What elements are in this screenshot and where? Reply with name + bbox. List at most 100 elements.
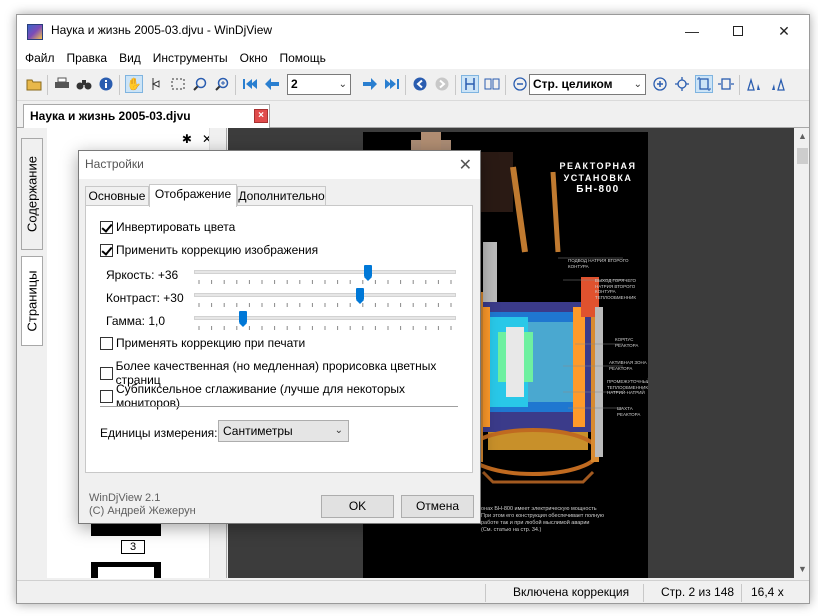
prev-page-button[interactable] — [263, 75, 281, 93]
minimize-button[interactable]: — — [669, 15, 715, 47]
caption-line: (См. статью на стр. 34.) — [481, 527, 542, 533]
maximize-button[interactable] — [715, 15, 761, 47]
slider-thumb[interactable] — [356, 288, 365, 304]
checkbox-unchecked[interactable] — [100, 366, 113, 380]
arrow-left-icon — [265, 78, 279, 90]
selection-rectangle-icon — [171, 78, 185, 90]
maximize-icon — [733, 26, 743, 36]
zoom-tool-button[interactable] — [191, 75, 209, 93]
close-icon: ✕ — [778, 22, 790, 39]
menu-edit[interactable]: Правка — [61, 47, 114, 69]
checkbox-checked[interactable] — [100, 243, 113, 257]
document-scrollbar[interactable]: ▲ ▼ — [794, 128, 809, 578]
zoom-out-button[interactable] — [511, 75, 529, 93]
contrast-slider[interactable] — [194, 288, 456, 304]
document-tab[interactable]: Наука и жизнь 2005-03.djvu × — [23, 104, 270, 128]
magnify-lens-button[interactable] — [213, 75, 231, 93]
caption-line: При этом его конструкция обеспечивает по… — [481, 513, 604, 519]
rect-select-button[interactable] — [169, 75, 187, 93]
scroll-down-icon[interactable]: ▼ — [794, 561, 809, 578]
fit-page-button[interactable] — [695, 75, 713, 93]
page-number-value: 2 — [291, 77, 298, 91]
slider-ticks — [198, 326, 452, 330]
cancel-button[interactable]: Отмена — [401, 495, 474, 518]
hand-icon: ✋ — [126, 77, 142, 91]
units-value: Сантиметры — [223, 424, 293, 438]
print-correction-checkbox[interactable]: Применять коррекцию при печати — [100, 336, 305, 350]
gamma-slider[interactable] — [194, 311, 456, 327]
diagram-label: ВЫХОД ГОРЯЧЕГО НАТРИЯ ВТОРОГО КОНТУРА ТЕ… — [595, 278, 637, 300]
text-select-button[interactable] — [147, 75, 165, 93]
slider-thumb[interactable] — [239, 311, 247, 327]
dialog-title: Настройки — [85, 157, 144, 171]
last-page-button[interactable] — [383, 75, 401, 93]
zoom-in-button[interactable] — [651, 75, 669, 93]
checkbox-unchecked[interactable] — [100, 336, 113, 350]
page-caption: онах БН-800 имеет электрическую мощность… — [481, 506, 641, 534]
rotate-right-button[interactable] — [769, 75, 787, 93]
apply-correction-checkbox[interactable]: Применить коррекцию изображения — [100, 243, 318, 257]
menu-help[interactable]: Помощь — [274, 47, 332, 69]
page-number-combo[interactable]: 2 ⌄ — [287, 74, 351, 95]
page-heading-line: УСТАНОВКА — [563, 173, 633, 183]
facing-layout-button[interactable] — [483, 75, 501, 93]
sidebar-tabs: Содержание Страницы — [17, 128, 47, 578]
forward-button[interactable] — [433, 75, 451, 93]
scroll-up-icon[interactable]: ▲ — [794, 128, 809, 145]
diagram-label: ШАХТА РЕАКТОРА — [617, 406, 641, 417]
menu-bar: Файл Правка Вид Инструменты Окно Помощь — [17, 47, 809, 69]
printer-icon — [55, 77, 69, 88]
zoom-in-icon — [653, 77, 667, 91]
ok-button[interactable]: OK — [321, 495, 394, 518]
close-icon: × — [258, 110, 264, 121]
hand-tool-button[interactable]: ✋ — [125, 75, 143, 93]
rotate-left-button[interactable] — [745, 75, 763, 93]
menu-tools[interactable]: Инструменты — [147, 47, 234, 69]
invert-colors-checkbox[interactable]: Инвертировать цвета — [100, 220, 235, 234]
actual-size-icon — [675, 77, 689, 91]
page-thumbnail[interactable] — [91, 562, 161, 579]
tab-close-button[interactable]: × — [254, 109, 268, 123]
menu-window[interactable]: Окно — [234, 47, 274, 69]
page-heading-line: БН-800 — [576, 184, 620, 195]
fit-width-icon — [718, 78, 734, 90]
continuous-layout-icon — [465, 78, 475, 90]
first-page-button[interactable] — [241, 75, 259, 93]
settings-dialog: Настройки ✕ Основные Отображение Дополни… — [78, 150, 481, 524]
back-button[interactable] — [411, 75, 429, 93]
slider-thumb[interactable] — [363, 265, 372, 281]
magnifier-plus-icon — [215, 77, 229, 91]
close-button[interactable]: ✕ — [761, 15, 807, 47]
checkbox-unchecked[interactable] — [100, 389, 113, 403]
next-page-button[interactable] — [361, 75, 379, 93]
tab-general[interactable]: Основные — [85, 186, 149, 206]
find-button[interactable] — [75, 75, 93, 93]
continuous-layout-button[interactable] — [461, 75, 479, 93]
rotate-right-icon — [772, 77, 785, 91]
zoom-combo[interactable]: Стр. целиком ⌄ — [529, 74, 646, 95]
actual-size-button[interactable] — [673, 75, 691, 93]
fit-width-button[interactable] — [717, 75, 735, 93]
settings-gear-icon[interactable]: ✱ — [182, 132, 192, 146]
open-button[interactable] — [25, 75, 43, 93]
tab-contents[interactable]: Содержание — [21, 138, 43, 250]
info-button[interactable] — [97, 75, 115, 93]
info-icon — [99, 77, 113, 91]
brightness-slider[interactable] — [194, 265, 456, 281]
invert-colors-label: Инвертировать цвета — [116, 220, 236, 234]
menu-view[interactable]: Вид — [113, 47, 147, 69]
tab-pages[interactable]: Страницы — [21, 256, 43, 346]
book-layout-icon — [484, 78, 500, 90]
menu-file[interactable]: Файл — [19, 47, 61, 69]
tab-display[interactable]: Отображение — [149, 184, 237, 207]
units-select[interactable]: Сантиметры ⌄ — [218, 420, 349, 442]
fit-page-icon — [697, 77, 711, 91]
checkbox-checked[interactable] — [100, 220, 113, 234]
slider-ticks — [198, 303, 452, 307]
dialog-close-icon[interactable]: ✕ — [459, 155, 472, 175]
tab-advanced[interactable]: Дополнительно — [237, 186, 326, 206]
magnifier-icon — [193, 77, 207, 91]
scrollbar-thumb[interactable] — [797, 148, 808, 164]
print-button[interactable] — [53, 75, 71, 93]
app-version: WinDjView 2.1 — [89, 492, 161, 504]
